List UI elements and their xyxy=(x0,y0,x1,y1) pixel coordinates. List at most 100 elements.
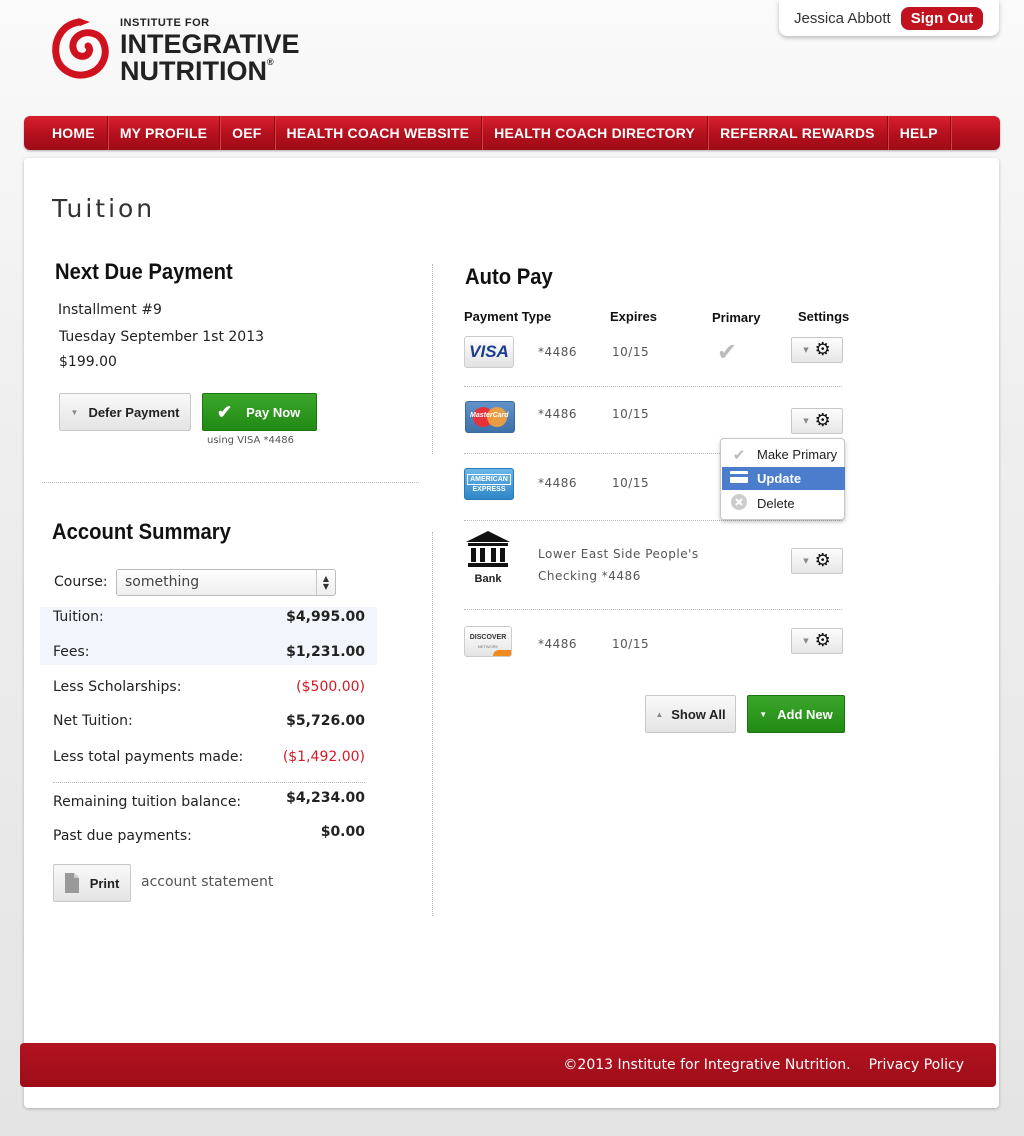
privacy-policy-link[interactable]: Privacy Policy xyxy=(869,1057,964,1073)
row-divider xyxy=(464,386,842,387)
visa-brand: VISA xyxy=(469,342,509,361)
summary-value: $4,995.00 xyxy=(286,609,365,625)
nav-referral-rewards[interactable]: REFERRAL REWARDS xyxy=(708,116,888,150)
menu-delete[interactable]: Delete xyxy=(722,492,845,515)
course-select-value: something xyxy=(125,574,200,590)
menu-label: Delete xyxy=(757,496,795,511)
defer-payment-button[interactable]: ▼ Defer Payment xyxy=(59,393,191,431)
column-divider-lower xyxy=(432,532,433,916)
user-name[interactable]: Jessica Abbott xyxy=(794,10,891,27)
nav-health-coach-website[interactable]: HEALTH COACH WEBSITE xyxy=(275,116,483,150)
user-box: Jessica Abbott Sign Out xyxy=(779,0,999,36)
card-expires: 10/15 xyxy=(612,637,650,651)
next-due-heading: Next Due Payment xyxy=(55,259,233,284)
bank-label: Bank xyxy=(474,573,502,585)
gear-icon: ⚙ xyxy=(814,630,831,651)
mastercard-brand: MasterCard xyxy=(470,412,509,419)
credit-card-icon xyxy=(730,471,748,486)
summary-label: Less total payments made: xyxy=(53,749,244,765)
summary-label: Past due payments: xyxy=(53,828,192,844)
summary-row-net-tuition: Net Tuition: $5,726.00 xyxy=(53,713,365,729)
summary-row-tuition: Tuition: $4,995.00 xyxy=(53,609,365,625)
copyright: ©2013 Institute for Integrative Nutritio… xyxy=(563,1057,851,1073)
checkmark-icon: ✔ xyxy=(217,401,233,422)
course-select[interactable]: something ▲ ▼ xyxy=(116,569,336,596)
caret-down-icon: ▼ xyxy=(803,417,809,425)
menu-label: Make Primary xyxy=(757,447,838,462)
checkmark-icon: ✔ xyxy=(732,446,746,464)
bank-account-number: Checking *4486 xyxy=(538,569,641,583)
card-expires: 10/15 xyxy=(612,407,650,421)
pay-now-button[interactable]: ✔ Pay Now xyxy=(202,393,317,431)
caret-down-icon: ▼ xyxy=(803,346,809,354)
gear-icon: ⚙ xyxy=(814,339,831,360)
amex-brand-line2: EXPRESS xyxy=(472,486,506,493)
row-divider xyxy=(464,609,842,610)
summary-label: Less Scholarships: xyxy=(53,679,182,695)
add-new-button[interactable]: ▼ Add New xyxy=(747,695,845,733)
summary-row-fees: Fees: $1,231.00 xyxy=(53,644,365,660)
visa-card-icon: VISA xyxy=(464,336,514,368)
summary-label: Remaining tuition balance: xyxy=(53,794,242,810)
pay-using-note: using VISA *4486 xyxy=(207,435,294,446)
nav-my-profile[interactable]: MY PROFILE xyxy=(108,116,221,150)
column-header-payment-type: Payment Type xyxy=(464,309,552,324)
summary-divider xyxy=(53,782,365,783)
nav-oef[interactable]: OEF xyxy=(220,116,275,150)
summary-label: Tuition: xyxy=(53,609,104,625)
document-icon xyxy=(64,873,79,893)
logo-line-1: INSTITUTE FOR xyxy=(120,17,210,29)
bank-icon: Bank xyxy=(465,531,511,587)
summary-value: $4,234.00 xyxy=(286,790,365,806)
show-all-label: Show All xyxy=(671,706,726,722)
card-number: *4486 xyxy=(538,345,578,359)
bank-account-name: Lower East Side People's xyxy=(538,547,699,561)
nav-health-coach-directory[interactable]: HEALTH COACH DIRECTORY xyxy=(482,116,709,150)
registered-mark: ® xyxy=(266,57,274,67)
settings-dropdown-menu: ✔ Make Primary Update Delete xyxy=(720,438,845,520)
nav-home[interactable]: HOME xyxy=(24,116,108,150)
print-button[interactable]: Print xyxy=(53,864,131,902)
discover-network: NETWORK xyxy=(477,643,499,649)
menu-make-primary[interactable]: ✔ Make Primary xyxy=(722,443,845,466)
column-header-expires: Expires xyxy=(610,309,657,324)
summary-value: ($500.00) xyxy=(296,679,365,695)
gear-icon: ⚙ xyxy=(814,410,831,431)
print-label: Print xyxy=(89,875,120,891)
amex-card-icon: AMERICAN EXPRESS xyxy=(464,468,514,500)
column-header-settings: Settings xyxy=(798,309,850,324)
summary-value: $5,726.00 xyxy=(286,713,365,729)
row-divider xyxy=(464,453,720,454)
logo-line-2: INTEGRATIVE xyxy=(120,29,300,59)
auto-pay-heading: Auto Pay xyxy=(465,264,553,289)
caret-down-icon: ▼ xyxy=(803,637,809,645)
summary-row-remaining: Remaining tuition balance: $4,234.00 xyxy=(53,790,365,810)
discover-card-icon: DISCOVER NETWORK xyxy=(464,626,512,657)
card-number: *4486 xyxy=(538,637,578,651)
card-expires: 10/15 xyxy=(612,476,650,490)
logo[interactable]: INSTITUTE FOR INTEGRATIVE NUTRITION® xyxy=(50,16,300,85)
caret-up-icon: ▲ xyxy=(655,709,664,719)
settings-button[interactable]: ▼ ⚙ xyxy=(791,548,843,574)
menu-update[interactable]: Update xyxy=(722,467,845,490)
nav-help[interactable]: HELP xyxy=(888,116,951,150)
account-summary-heading: Account Summary xyxy=(52,519,231,544)
course-label: Course: xyxy=(54,574,108,590)
caret-down-icon: ▼ xyxy=(803,557,809,565)
settings-button[interactable]: ▼ ⚙ xyxy=(791,408,843,434)
due-date: Tuesday September 1st 2013 xyxy=(59,329,265,345)
summary-row-payments-made: Less total payments made: ($1,492.00) xyxy=(53,749,365,765)
caret-down-icon: ▼ xyxy=(70,407,79,417)
card-expires: 10/15 xyxy=(612,345,650,359)
settings-button[interactable]: ▼ ⚙ xyxy=(791,628,843,654)
settings-button[interactable]: ▼ ⚙ xyxy=(791,337,843,363)
delete-icon xyxy=(730,494,748,513)
show-all-button[interactable]: ▲ Show All xyxy=(645,695,736,733)
pay-now-label: Pay Now xyxy=(246,404,301,420)
footer: ©2013 Institute for Integrative Nutritio… xyxy=(20,1043,996,1087)
select-arrows-icon: ▲ ▼ xyxy=(316,570,335,595)
mastercard-card-icon: MasterCard xyxy=(465,401,515,433)
account-statement-label: account statement xyxy=(141,874,274,890)
caret-down-icon: ▼ xyxy=(759,709,768,719)
sign-out-button[interactable]: Sign Out xyxy=(900,6,984,30)
